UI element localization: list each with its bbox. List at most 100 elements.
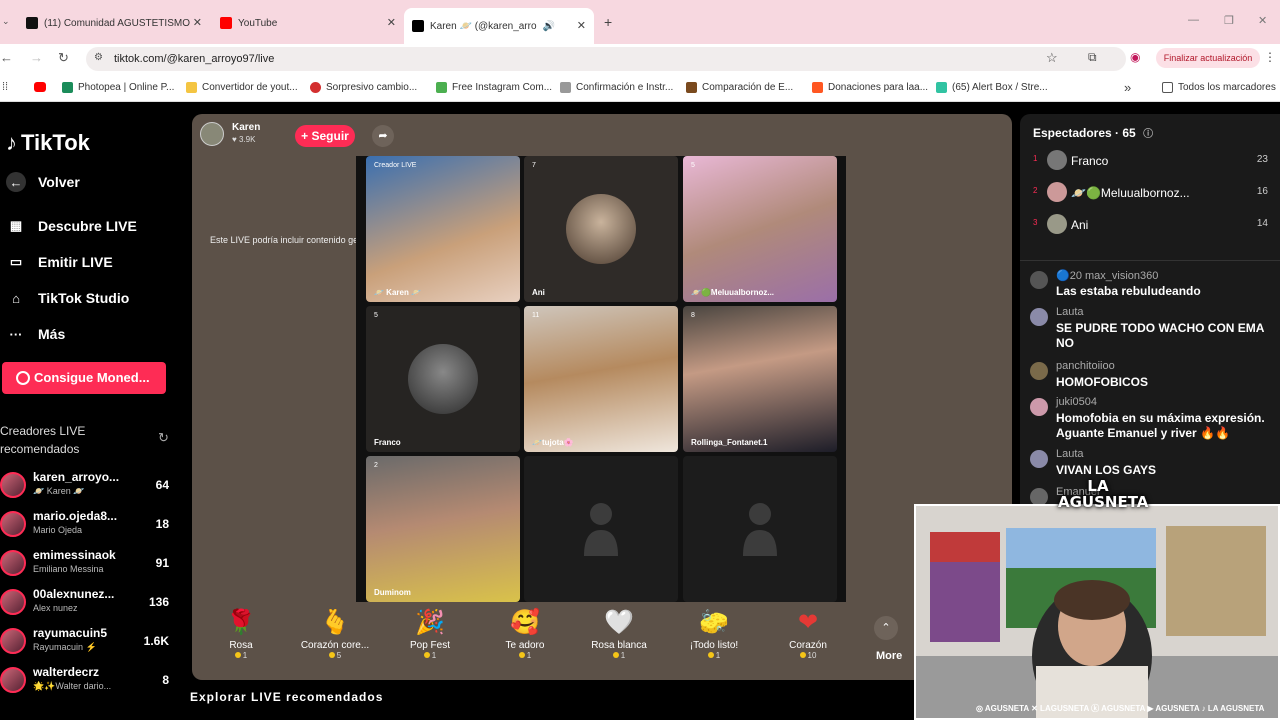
site-info-icon[interactable]: ⚙ — [94, 52, 103, 63]
restore-icon[interactable]: ❐ — [1224, 14, 1234, 27]
chat-username[interactable]: Lauta — [1056, 448, 1084, 460]
tiktok-sidebar: ♪ TikTok ← Volver ▦ Descubre LIVE ▭ Emit… — [0, 104, 190, 720]
nav-emitir-live[interactable]: ▭ Emitir LIVE — [6, 252, 113, 272]
tab-karen-live[interactable]: Karen 🪐 (@karen_arro 🔊 ✕ — [404, 8, 594, 44]
participant-tile[interactable]: 8 Rollinga_Fontanet.1 — [683, 306, 837, 452]
recommended-live-heading: Explorar LIVE recomendados — [190, 690, 384, 704]
apps-grid-icon[interactable]: ⁞⁞ — [2, 81, 8, 93]
bookmark-instagram[interactable]: Free Instagram Com... — [436, 82, 552, 93]
participant-tile[interactable]: 2 Duminom — [366, 456, 520, 602]
profile-icon[interactable]: ◉ — [1130, 50, 1140, 64]
creator-sub: Emiliano Messina — [33, 564, 104, 574]
avatar — [408, 344, 478, 414]
bookmark-alertbox[interactable]: (65) Alert Box / Stre... — [936, 82, 1048, 93]
gift-price: 1 — [196, 651, 286, 660]
divider — [1020, 260, 1280, 261]
more-gifts-button[interactable]: More — [876, 650, 902, 662]
tab-comunidad[interactable]: (11) Comunidad AGUSTETISMO ✕ — [26, 8, 202, 38]
creator-item[interactable]: mario.ojeda8... Mario Ojeda 18 — [0, 509, 175, 543]
speaker-icon[interactable]: 🔊 — [543, 21, 555, 32]
close-window-icon[interactable]: ✕ — [1258, 14, 1267, 27]
nav-mas[interactable]: ··· Más — [6, 324, 66, 344]
tab-title: (11) Comunidad AGUSTETISMO — [44, 17, 190, 29]
gift-item[interactable]: ❤ Corazón 10 — [763, 608, 853, 660]
minimize-icon[interactable]: — — [1188, 14, 1199, 26]
extensions-icon[interactable]: ⧉ — [1088, 50, 1097, 65]
gift-item[interactable]: 🥰 Te adoro 1 — [480, 608, 570, 660]
participant-tile[interactable]: 11 🪐tujota🌸 — [524, 306, 678, 452]
share-icon[interactable]: ➦ — [372, 125, 394, 147]
participant-tile[interactable]: Creador LIVE 🪐 Karen 🪐 — [366, 156, 520, 302]
gift-item[interactable]: 🎉 Pop Fest 1 — [385, 608, 475, 660]
follow-button[interactable]: + Seguir — [295, 125, 355, 147]
close-tab-icon[interactable]: ✕ — [577, 19, 586, 32]
top-viewer[interactable]: 2 🪐🟢Meluualbornoz... 16 — [1033, 180, 1268, 204]
creator-name: karen_arroyo... — [33, 470, 120, 484]
nav-label: TikTok Studio — [38, 290, 130, 306]
chevron-up-icon[interactable]: ⌃ — [874, 616, 898, 640]
gift-item[interactable]: 🫰 Corazón core... 5 — [290, 608, 380, 660]
reload-icon[interactable]: ↻ — [58, 50, 69, 66]
viewer-badge: 5 — [374, 312, 378, 319]
gift-item[interactable]: 🧽 ¡Todo listo! 1 — [669, 608, 759, 660]
back-icon[interactable]: ← — [0, 50, 13, 65]
creator-sub: 🪐 Karen 🪐 — [33, 486, 85, 496]
bookmark-donaciones[interactable]: Donaciones para laa... — [812, 82, 928, 93]
person-placeholder-icon — [743, 503, 777, 556]
gift-name: Rosa — [229, 640, 253, 651]
creator-item[interactable]: rayumacuin5 Rayumacuin ⚡ 1.6K — [0, 626, 175, 660]
bookmarks-overflow-icon[interactable]: » — [1124, 80, 1131, 95]
empty-seat[interactable] — [683, 456, 837, 602]
participant-tile[interactable]: 5 🪐🟢Meluualbornoz... — [683, 156, 837, 302]
refresh-icon[interactable]: ↻ — [158, 430, 169, 446]
close-tab-icon[interactable]: ✕ — [387, 16, 396, 29]
creator-item[interactable]: 00alexnunez... Alex nunez 136 — [0, 587, 175, 621]
bookmarks-folder[interactable]: Todos los marcadores — [1162, 82, 1276, 93]
info-icon[interactable]: ⓘ — [1143, 129, 1153, 140]
tiktok-logo[interactable]: ♪ TikTok — [6, 130, 90, 156]
new-tab-button[interactable]: + — [604, 14, 612, 30]
menu-icon[interactable]: ⋮ — [1264, 50, 1276, 64]
bookmark-sorpresivo[interactable]: Sorpresivo cambio... — [310, 82, 417, 93]
top-viewer[interactable]: 1 Franco 23 — [1033, 148, 1268, 172]
get-coins-button[interactable]: Consigue Moned... — [2, 362, 166, 394]
star-icon[interactable]: ☆ — [1046, 50, 1058, 66]
tab-youtube[interactable]: YouTube ✕ — [220, 8, 396, 38]
chat-username[interactable]: Lauta — [1056, 306, 1084, 318]
update-button[interactable]: Finalizar actualización — [1156, 48, 1260, 68]
nav-descubre-live[interactable]: ▦ Descubre LIVE — [6, 216, 137, 236]
creator-item[interactable]: walterdecrz 🌟✨Walter dario... 8 — [0, 665, 175, 699]
bookmark-label: (65) Alert Box / Stre... — [952, 82, 1048, 93]
gift-item[interactable]: 🤍 Rosa blanca 1 — [574, 608, 664, 660]
participant-tile[interactable]: 7 Ani — [524, 156, 678, 302]
empty-seat[interactable] — [524, 456, 678, 602]
bookmark-confirmacion[interactable]: Confirmación e Instr... — [560, 82, 673, 93]
url-field[interactable]: ⚙ tiktok.com/@karen_arroyo97/live — [86, 47, 1126, 71]
viewer-count: 23 — [1256, 154, 1268, 165]
chat-username[interactable]: panchitoiioo — [1056, 360, 1115, 372]
creator-item[interactable]: emimessinaok Emiliano Messina 91 — [0, 548, 175, 582]
chat-username[interactable]: juki0504 — [1056, 396, 1097, 408]
x-logo-icon — [26, 17, 38, 29]
gift-item[interactable]: 🌹 Rosa 1 — [196, 608, 286, 660]
gift-name: Pop Fest — [409, 640, 451, 651]
forward-icon[interactable]: → — [30, 50, 43, 65]
viewer-rank: 3 — [1033, 218, 1038, 227]
close-tab-icon[interactable]: ✕ — [193, 16, 202, 29]
nav-tiktok-studio[interactable]: ⌂ TikTok Studio — [6, 288, 129, 308]
bookmark-photopea[interactable]: Photopea | Online P... — [62, 82, 174, 93]
participant-tile[interactable]: 5 Franco — [366, 306, 520, 452]
more-dots-icon: ··· — [9, 326, 23, 342]
coin-icon — [16, 371, 30, 385]
youtube-bookmark-icon[interactable] — [34, 82, 46, 92]
bookmark-convertidor[interactable]: Convertidor de yout... — [186, 82, 298, 93]
chat-username[interactable]: 🔵20 max_vision360 — [1056, 269, 1158, 282]
tab-search-icon[interactable]: ⌄ — [2, 16, 10, 27]
creator-item[interactable]: karen_arroyo... 🪐 Karen 🪐 64 — [0, 470, 175, 504]
participant-name: Rollinga_Fontanet.1 — [691, 438, 768, 447]
nav-volver[interactable]: ← Volver — [6, 172, 80, 192]
host-info: Karen ♥ 3.9K — [232, 122, 260, 146]
top-viewer[interactable]: 3 Ani 14 — [1033, 212, 1268, 236]
host-chip[interactable]: Karen ♥ 3.9K — [200, 122, 260, 146]
bookmark-comparacion[interactable]: Comparación de E... — [686, 82, 793, 93]
